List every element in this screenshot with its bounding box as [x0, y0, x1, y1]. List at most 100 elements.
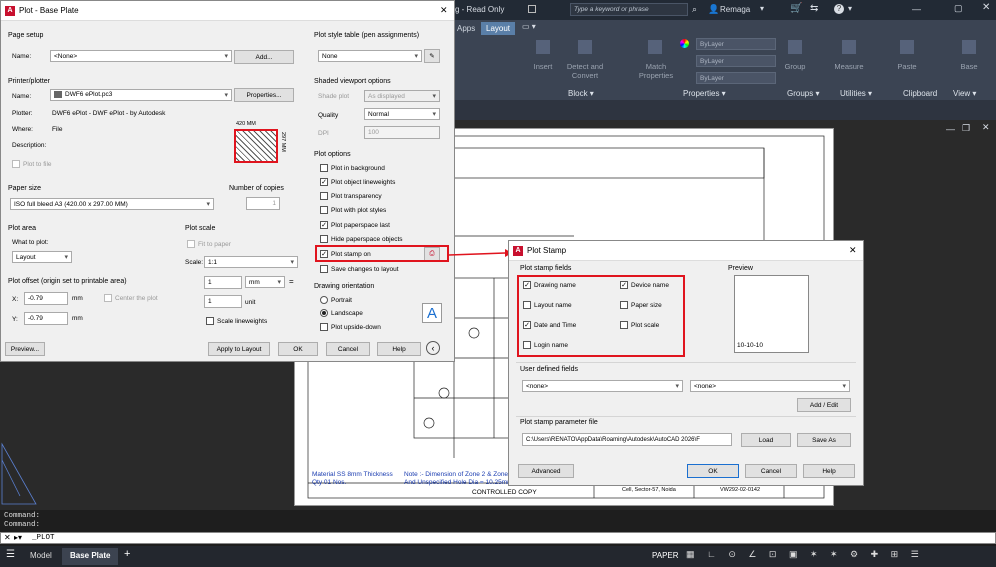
fit-to-paper-checkbox[interactable]: Fit to paper [187, 240, 231, 248]
help-icon[interactable]: ? [834, 4, 844, 14]
preview-button[interactable]: Preview... [5, 342, 45, 356]
detect-icon[interactable] [578, 40, 592, 54]
advanced-button[interactable]: Advanced [518, 464, 574, 478]
panel-toggle-icon[interactable]: ▭ ▾ [522, 22, 536, 31]
param-file-input[interactable]: C:\Users\RENATO\AppData\Roaming\Autodesk… [522, 433, 732, 446]
linetype-select[interactable]: ByLayer [696, 55, 776, 67]
printer-select[interactable]: DWF6 ePlot.pc3 [50, 89, 232, 101]
base-icon[interactable] [962, 40, 976, 54]
plot-to-file-checkbox[interactable]: Plot to file [12, 160, 52, 168]
plot-in-background-checkbox[interactable]: Plot in background [320, 164, 385, 172]
detect-convert-button[interactable]: Detect and Convert [560, 62, 610, 80]
printer-properties-button[interactable]: Properties... [234, 88, 294, 102]
plot-with-styles-checkbox[interactable]: Plot with plot styles [320, 206, 386, 214]
help-button[interactable]: Help [377, 342, 421, 356]
command-input[interactable] [0, 532, 996, 544]
plot-paperspace-last-checkbox[interactable]: ✓ Plot paperspace last [320, 221, 390, 229]
shade-plot-select[interactable]: As displayed [364, 90, 440, 102]
match-properties-button[interactable]: Match Properties [636, 62, 676, 80]
plot-transparency-checkbox[interactable]: Plot transparency [320, 192, 382, 200]
color-select[interactable]: ByLayer [696, 38, 776, 50]
offset-y-input[interactable]: -0.79 [24, 312, 68, 325]
viewport-minimize-icon[interactable]: — [946, 124, 955, 134]
help-chevron-icon[interactable]: ▾ [848, 4, 852, 13]
match-properties-icon[interactable] [648, 40, 662, 54]
share-icon[interactable] [528, 5, 536, 13]
center-plot-checkbox[interactable]: Center the plot [104, 294, 158, 302]
status-tool-icons[interactable]: ▦ ∟ ⊙ ∠ ⊡ ▣ ✶ ✶ ⚙ ✚ ⊞ ☰ [686, 549, 924, 560]
chevron-down-icon[interactable]: ▾ [760, 4, 764, 13]
page-setup-select[interactable]: <None> [50, 50, 232, 62]
scale-value-input[interactable]: 1 [204, 276, 242, 289]
paper-space-toggle[interactable]: PAPER [652, 551, 679, 560]
minimize-icon[interactable]: — [912, 4, 921, 14]
panel-clipboard[interactable]: Clipboard [903, 89, 937, 98]
tab-base-plate[interactable]: Base Plate [70, 551, 110, 560]
tab-apps[interactable]: Apps [452, 22, 480, 35]
scale-units-select[interactable]: mm [245, 276, 285, 288]
paper-size-checkbox[interactable]: Paper size [620, 301, 662, 309]
hide-paperspace-checkbox[interactable]: Hide paperspace objects [320, 235, 403, 243]
restore-icon[interactable]: ▢ [954, 3, 963, 14]
color-wheel-icon[interactable] [680, 39, 689, 48]
add-layout-icon[interactable]: + [124, 548, 130, 560]
stamp-ok-button[interactable]: OK [687, 464, 739, 478]
upside-down-checkbox[interactable]: Plot upside-down [320, 323, 381, 331]
menu-icon[interactable]: ☰ [6, 549, 15, 560]
cancel-button[interactable]: Cancel [326, 342, 370, 356]
ok-button[interactable]: OK [278, 342, 318, 356]
quality-select[interactable]: Normal [364, 108, 440, 120]
copies-input[interactable]: 1 [246, 197, 280, 210]
add-page-setup-button[interactable]: Add... [234, 50, 294, 64]
plot-dialog-close-icon[interactable]: ✕ [440, 5, 448, 16]
scale-lineweights-checkbox[interactable]: Scale lineweights [206, 317, 267, 325]
collapse-options-icon[interactable]: ‹ [426, 341, 440, 355]
device-name-checkbox[interactable]: ✓ Device name [620, 281, 669, 289]
plot-scale-checkbox[interactable]: Plot scale [620, 321, 659, 329]
add-edit-button[interactable]: Add / Edit [797, 398, 851, 412]
measure-button[interactable]: Measure [830, 62, 868, 71]
cart-icon[interactable]: 🛒 [790, 3, 802, 14]
plot-stamp-close-icon[interactable]: ✕ [849, 245, 857, 256]
panel-view[interactable]: View ▾ [953, 89, 976, 98]
user-icon[interactable]: 👤 [708, 4, 719, 15]
plot-lineweights-checkbox[interactable]: ✓ Plot object lineweights [320, 178, 395, 186]
group-icon[interactable] [788, 40, 802, 54]
dpi-input[interactable]: 100 [364, 126, 440, 139]
portrait-radio[interactable]: Portrait [320, 296, 352, 304]
paste-button[interactable]: Paste [892, 62, 922, 71]
landscape-radio[interactable]: Landscape [320, 309, 363, 317]
group-button[interactable]: Group [780, 62, 810, 71]
paper-size-select[interactable]: ISO full bleed A3 (420.00 x 297.00 MM) [10, 198, 214, 210]
login-name-checkbox[interactable]: Login name [523, 341, 568, 349]
tab-model[interactable]: Model [30, 551, 52, 560]
search-input[interactable]: Type a keyword or phrase [570, 3, 688, 16]
base-button[interactable]: Base [954, 62, 984, 71]
layout-name-checkbox[interactable]: Layout name [523, 301, 572, 309]
offset-x-input[interactable]: -0.79 [24, 292, 68, 305]
stamp-cancel-button[interactable]: Cancel [745, 464, 797, 478]
insert-button[interactable]: Insert [528, 62, 558, 71]
user-field-2-select[interactable]: <none> [690, 380, 850, 392]
load-button[interactable]: Load [741, 433, 791, 447]
tab-layout[interactable]: Layout [481, 22, 516, 35]
search-icon[interactable]: ⌕ [692, 4, 697, 15]
user-field-1-select[interactable]: <none> [522, 380, 683, 392]
command-chevron-icon[interactable]: ▸▾ [14, 533, 22, 542]
edit-style-table-icon[interactable]: ✎ [424, 49, 440, 63]
save-changes-checkbox[interactable]: Save changes to layout [320, 265, 399, 273]
paste-icon[interactable] [900, 40, 914, 54]
viewport-restore-icon[interactable]: ❐ [962, 123, 970, 134]
user-name[interactable]: Remaga [720, 5, 750, 14]
lineweight-select[interactable]: ByLayer [696, 72, 776, 84]
style-table-select[interactable]: None [318, 50, 422, 62]
panel-block[interactable]: Block ▾ [568, 89, 594, 98]
panel-groups[interactable]: Groups ▾ [787, 89, 819, 98]
network-icon[interactable]: ⇆ [810, 3, 818, 14]
date-time-checkbox[interactable]: ✓ Date and Time [523, 321, 576, 329]
drawing-name-checkbox[interactable]: ✓ Drawing name [523, 281, 576, 289]
unit-value-input[interactable]: 1 [204, 295, 242, 308]
scale-select[interactable]: 1:1 [204, 256, 298, 268]
viewport-close-icon[interactable]: ✕ [982, 122, 990, 133]
command-close-icon[interactable]: ✕ [4, 533, 11, 542]
